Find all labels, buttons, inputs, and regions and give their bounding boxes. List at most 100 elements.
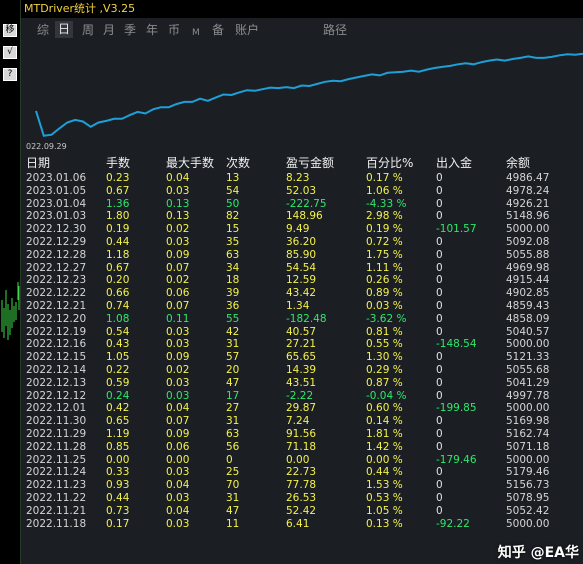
table-row[interactable]: 2022.12.21 0.74 0.07 36 1.34 0.03 % 0 4859.43 [21,300,583,313]
table-row[interactable]: 2022.12.15 1.05 0.09 57 65.65 1.30 % 0 5121.33 [21,351,583,364]
table-row[interactable]: 2022.11.22 0.44 0.03 31 26.53 0.53 % 0 5078.95 [21,492,583,505]
header-io[interactable]: 出入金 [436,156,472,171]
cell-pct: 1.81 % [366,428,403,440]
table-row[interactable]: 2022.12.22 0.66 0.06 39 43.42 0.89 % 0 4902.85 [21,287,583,300]
left-toolbar: 移 √ ? [0,0,21,564]
table-row[interactable]: 2022.12.14 0.22 0.02 20 14.39 0.29 % 0 5055.68 [21,364,583,377]
header-pct[interactable]: 百分比% [366,156,413,171]
cell-balance: 4969.98 [506,261,550,274]
cell-pnl: 148.96 [286,210,323,223]
cell-lots: 0.20 [106,274,130,287]
tab-path[interactable]: 路径 [323,22,347,38]
move-button[interactable]: 移 [3,24,17,37]
cell-max-lots: 0.02 [166,364,190,376]
table-row[interactable]: 2022.11.25 0.00 0.00 0 0.00 0.00 % -179.46 5000… [21,454,583,467]
header-lots[interactable]: 手数 [106,156,130,171]
cell-pnl: 29.87 [286,402,317,415]
tab-quarter[interactable]: 季 [124,22,136,38]
tab-notes[interactable]: 备 [212,22,224,38]
cell-io: 0 [436,440,443,453]
table-row[interactable]: 2023.01.05 0.67 0.03 54 52.03 1.06 % 0 4978.24 [21,185,583,198]
cell-pct: 0.29 % [366,364,403,376]
header-date[interactable]: 日期 [26,156,50,171]
tab-week[interactable]: 周 [82,22,94,38]
cell-io: 0 [436,184,443,197]
cell-pct: 0.55 % [366,338,403,351]
table-row[interactable]: 2022.12.29 0.44 0.03 35 36.20 0.72 % 0 5092.08 [21,236,583,249]
cell-io: 0 [436,197,443,210]
table-row[interactable]: 2022.11.28 0.85 0.06 56 71.18 1.42 % 0 5071.18 [21,441,583,454]
table-row[interactable]: 2022.11.30 0.65 0.07 31 7.24 0.14 % 0 5169.98 [21,415,583,428]
cell-pnl: 43.42 [286,287,317,300]
table-row[interactable]: 2022.11.23 0.93 0.04 70 77.78 1.53 % 0 5156.73 [21,479,583,492]
header-count[interactable]: 次数 [226,156,250,171]
table-row[interactable]: 2022.12.23 0.20 0.02 18 12.59 0.26 % 0 4915.44 [21,274,583,287]
tab-year[interactable]: 年 [146,22,158,38]
tab-month[interactable]: 月 [103,22,115,38]
cell-date: 2022.12.22 [26,287,87,300]
header-pnl[interactable]: 盈亏金额 [286,156,334,171]
cell-pnl: 77.78 [286,479,317,492]
table-row[interactable]: 2022.12.13 0.59 0.03 47 43.51 0.87 % 0 5041.29 [21,377,583,390]
tab-day[interactable]: 日 [55,21,74,38]
cell-lots: 0.19 [106,223,130,236]
tab-currency[interactable]: 币 [168,22,180,38]
cell-date: 2022.12.12 [26,389,87,402]
cell-count: 31 [226,492,240,504]
cell-count: 55 [226,312,240,325]
title-bar[interactable]: MTDriver统计 ,V3.25 [21,0,583,18]
cell-balance: 4858.09 [506,312,550,325]
cell-balance: 5000.00 [506,453,550,466]
table-row[interactable]: 2022.12.19 0.54 0.03 42 40.57 0.81 % 0 5040.57 [21,326,583,339]
cell-pct: 0.17 % [366,172,403,184]
cell-max-lots: 0.03 [166,466,190,479]
check-button[interactable]: √ [3,46,17,59]
cell-pnl: -222.75 [286,197,327,210]
table-row[interactable]: 2022.11.18 0.17 0.03 11 6.41 0.13 % -92.22 5000… [21,518,583,531]
cell-io: 0 [436,300,443,312]
cell-pct: 0.14 % [366,415,403,428]
cell-date: 2022.12.27 [26,261,87,274]
table-row[interactable]: 2023.01.04 1.36 0.13 50 -222.75 -4.33 % 0 4926.… [21,198,583,211]
cell-count: 82 [226,210,240,223]
cell-max-lots: 0.03 [166,325,190,338]
table-row[interactable]: 2022.11.21 0.73 0.04 47 52.42 1.05 % 0 5052.42 [21,505,583,518]
table-row[interactable]: 2022.12.28 1.18 0.09 63 85.90 1.75 % 0 5055.88 [21,249,583,262]
cell-balance: 5000.00 [506,223,550,236]
cell-pnl: 65.65 [286,351,317,364]
cell-count: 63 [226,248,240,261]
cell-pnl: 52.03 [286,184,317,197]
tab-magic[interactable]: M [192,25,200,41]
cell-count: 47 [226,504,240,517]
cell-date: 2022.12.16 [26,338,87,351]
tab-summary[interactable]: 综 [37,22,49,38]
table-row[interactable]: 2022.12.20 1.08 0.11 55 -182.48 -3.62 % 0 4858.… [21,313,583,326]
cell-count: 18 [226,274,240,287]
table-row[interactable]: 2022.12.12 0.24 0.03 17 -2.22 -0.04 % 0 4997.78 [21,390,583,403]
table-row[interactable]: 2022.11.24 0.33 0.03 25 22.73 0.44 % 0 5179.46 [21,466,583,479]
cell-max-lots: 0.06 [166,287,190,300]
cell-io: -148.54 [436,338,477,351]
header-max-lots[interactable]: 最大手数 [166,156,214,171]
table-row[interactable]: 2022.12.27 0.67 0.07 34 54.54 1.11 % 0 4969.98 [21,262,583,275]
cell-pct: 0.87 % [366,376,403,389]
cell-lots: 0.43 [106,338,130,351]
header-balance[interactable]: 余额 [506,156,530,171]
table-row[interactable]: 2022.11.29 1.19 0.09 63 91.56 1.81 % 0 5162.74 [21,428,583,441]
cell-balance: 5055.68 [506,364,550,376]
table-row[interactable]: 2022.12.01 0.42 0.04 27 29.87 0.60 % -199.85 50… [21,402,583,415]
tab-account[interactable]: 账户 [235,22,259,38]
cell-balance: 4978.24 [506,184,550,197]
cell-io: -199.85 [436,402,477,415]
table-row[interactable]: 2023.01.03 1.80 0.13 82 148.96 2.98 % 0 5148.96 [21,210,583,223]
table-row[interactable]: 2022.12.16 0.43 0.03 31 27.21 0.55 % -148.54 50… [21,338,583,351]
cell-pnl: 40.57 [286,325,317,338]
table-row[interactable]: 2023.01.06 0.23 0.04 13 8.23 0.17 % 0 4986.47 [21,172,583,185]
help-button[interactable]: ? [3,68,17,81]
cell-count: 34 [226,261,240,274]
cell-pnl: 85.90 [286,248,317,261]
cell-max-lots: 0.03 [166,236,190,248]
cell-max-lots: 0.13 [166,210,190,223]
cell-balance: 5055.88 [506,248,550,261]
table-row[interactable]: 2022.12.30 0.19 0.02 15 9.49 0.19 % -101.57 500… [21,223,583,236]
